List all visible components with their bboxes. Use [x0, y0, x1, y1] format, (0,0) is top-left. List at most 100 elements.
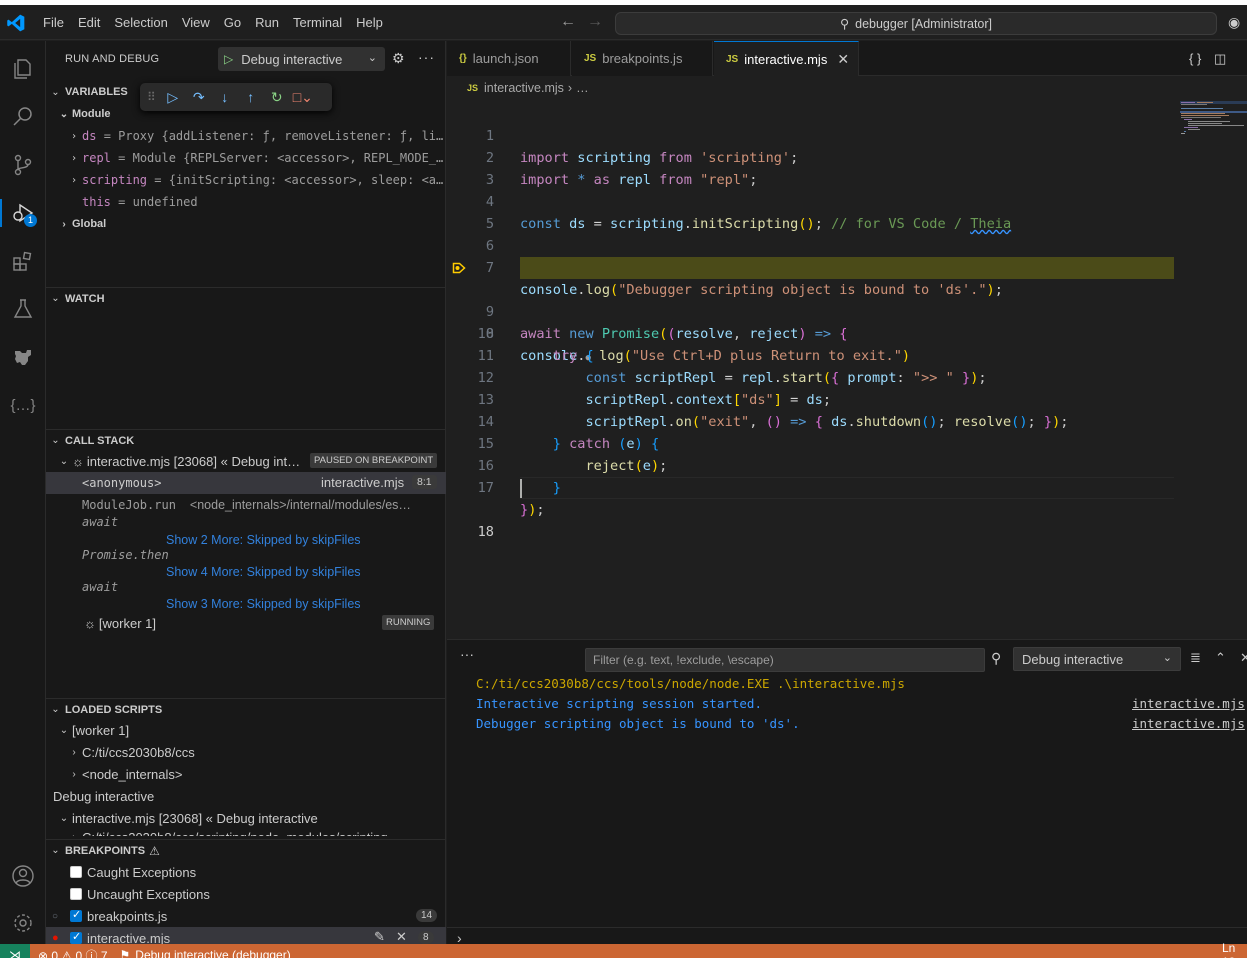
tab-label: launch.json — [472, 51, 539, 66]
worker-label: [worker 1] — [98, 615, 156, 631]
forward-arrow-icon[interactable]: → — [587, 13, 603, 31]
chevron-down-icon: ⌄ — [51, 293, 60, 304]
variable-name: ds — [82, 129, 97, 143]
json-icon[interactable]: {…} — [0, 385, 46, 425]
variable-row[interactable]: › scripting = {initScripting: <accessor>… — [46, 169, 446, 191]
tab-interactive-mjs[interactable]: JS interactive.mjs ✕ — [714, 41, 859, 76]
cursor-position[interactable]: Ln 18 — [1222, 941, 1247, 958]
close-tab-icon[interactable]: ✕ — [837, 51, 849, 68]
debug-status[interactable]: Debug interactive (debugger) — [135, 948, 290, 958]
loaded-folder-ccs[interactable]: › C:/ti/ccs2030b8/ccs — [46, 741, 446, 763]
js-file-icon: JS — [467, 83, 479, 93]
tab-launch-json[interactable]: {} launch.json — [447, 41, 571, 76]
continue-icon[interactable]: ▷ — [164, 88, 182, 106]
copilot-icon[interactable]: ◉ — [1228, 14, 1240, 31]
breakpoints-section-header[interactable]: ⌄ BREAKPOINTS ⚠ — [46, 839, 446, 861]
maximize-panel-icon[interactable]: ⌃ — [1215, 650, 1226, 666]
restart-icon[interactable]: ↻ — [268, 88, 286, 106]
step-over-icon[interactable]: ↷ — [190, 88, 208, 106]
gear-icon[interactable]: ⚙ — [392, 50, 405, 67]
problems-status[interactable]: ⊗ 0 ⚠ 0 ⓘ 7 — [38, 947, 108, 958]
remote-indicator-icon[interactable]: ⋊ — [0, 944, 30, 958]
console-filter-input[interactable]: Filter (e.g. text, !exclude, \escape) — [585, 648, 985, 672]
stack-frame-anonymous[interactable]: <anonymous> interactive.mjs 8:1 — [46, 472, 446, 494]
watch-section-header[interactable]: ⌄ WATCH — [46, 287, 446, 309]
loaded-folder-node-internals[interactable]: › <node_internals> — [46, 763, 446, 785]
watch-title: WATCH — [65, 292, 105, 305]
breakpoint-line: 14 — [416, 909, 438, 922]
breadcrumb-file[interactable]: interactive.mjs — [484, 81, 564, 95]
variable-row[interactable]: this = undefined — [46, 191, 446, 213]
breakpoint-arrow-icon[interactable] — [452, 261, 466, 275]
loaded-session[interactable]: Debug interactive — [46, 785, 446, 807]
close-icon[interactable]: ✕ — [396, 929, 407, 945]
menu-selection[interactable]: Selection — [107, 15, 174, 30]
menu-terminal[interactable]: Terminal — [286, 15, 349, 30]
frame-name: ModuleJob.run — [82, 498, 176, 512]
search-icon[interactable] — [0, 97, 46, 137]
scope-global[interactable]: › Global — [46, 213, 446, 235]
more-actions-icon[interactable]: ··· — [418, 49, 435, 65]
step-out-icon[interactable]: ↑ — [242, 88, 260, 106]
explorer-icon[interactable] — [0, 49, 46, 89]
back-arrow-icon[interactable]: ← — [560, 13, 576, 31]
edit-pencil-icon[interactable]: ✎ — [374, 929, 385, 945]
more-actions-icon[interactable]: ··· — [460, 646, 474, 662]
stop-icon[interactable]: □⌄ — [293, 88, 313, 106]
split-editor-icon[interactable]: ◫ — [1214, 51, 1226, 67]
console-source-link[interactable]: interactive.mjs — [1132, 714, 1245, 734]
menu-view[interactable]: View — [175, 15, 217, 30]
menu-help[interactable]: Help — [349, 15, 390, 30]
menu-file[interactable]: File — [36, 15, 71, 30]
debug-config-select[interactable]: ▷ Debug interactive ⌄ — [218, 47, 385, 71]
console-source-link[interactable]: interactive.mjs — [1132, 694, 1245, 714]
uncaught-exceptions-row[interactable]: Uncaught Exceptions — [46, 883, 446, 905]
code-line: 13 scriptRepl.on("exit", () => { ds.shut… — [447, 367, 1174, 430]
json-braces-icon[interactable]: { } — [1189, 51, 1201, 66]
breakpoint-checkbox[interactable] — [70, 908, 82, 922]
clear-console-icon[interactable]: ≣ — [1190, 650, 1201, 666]
source-control-icon[interactable] — [0, 145, 46, 185]
drag-grip-icon[interactable]: ⠿ — [147, 90, 156, 104]
command-center[interactable]: ⚲ debugger [Administrator] — [615, 12, 1217, 35]
debug-session-row[interactable]: ⌄ ☼ interactive.mjs [23068] « Debug int…… — [46, 450, 446, 472]
code-line: 9 await new Promise((resolve, reject) =>… — [447, 279, 1174, 342]
breadcrumb-symbol[interactable]: … — [576, 81, 589, 95]
loaded-worker-label: [worker 1] — [72, 722, 130, 738]
breakpoint-checkbox[interactable] — [70, 930, 82, 944]
manage-gear-icon[interactable] — [0, 903, 46, 943]
breakpoint-row[interactable]: ○ breakpoints.js 14 — [46, 905, 446, 927]
loaded-worker[interactable]: ⌄ [worker 1] — [46, 719, 446, 741]
close-panel-icon[interactable]: ✕ — [1240, 650, 1247, 666]
caught-exceptions-row[interactable]: Caught Exceptions — [46, 861, 446, 883]
uncaught-exceptions-checkbox[interactable] — [70, 888, 82, 900]
chevron-down-icon: ⌄ — [59, 108, 69, 120]
tab-breakpoints-js[interactable]: JS breakpoints.js — [572, 41, 713, 76]
menu-run[interactable]: Run — [248, 15, 286, 30]
extensions-icon[interactable] — [0, 241, 46, 281]
variable-value: = {initScripting: <accessor>, sleep: <a… — [154, 173, 444, 187]
code-text: }); — [520, 502, 545, 518]
step-into-icon[interactable]: ↓ — [216, 88, 234, 106]
menu-go[interactable]: Go — [217, 15, 248, 30]
variable-row[interactable]: › ds = Proxy {addListener: ƒ, removeList… — [46, 125, 446, 147]
account-icon[interactable] — [0, 856, 46, 896]
minimap[interactable] — [1180, 101, 1247, 181]
repl-input[interactable] — [475, 929, 1235, 945]
start-debug-icon[interactable]: ▷ — [224, 52, 233, 66]
menu-edit[interactable]: Edit — [71, 15, 107, 30]
search-icon[interactable]: ⚲ — [991, 650, 1001, 667]
callstack-section-header[interactable]: ⌄ CALL STACK — [46, 429, 446, 451]
variable-row[interactable]: › repl = Module {REPLServer: <accessor>,… — [46, 147, 446, 169]
loaded-process[interactable]: ⌄ interactive.mjs [23068] « Debug intera… — [46, 807, 446, 829]
loaded-scripts-section-header[interactable]: ⌄ LOADED SCRIPTS — [46, 698, 446, 720]
variable-name: scripting — [82, 173, 148, 187]
await-label: await — [82, 580, 119, 594]
run-debug-icon[interactable]: 1 — [0, 193, 46, 233]
testing-icon[interactable] — [0, 289, 46, 329]
worker-session-row[interactable]: ☼ [worker 1] RUNNING — [46, 612, 446, 634]
caught-exceptions-checkbox[interactable] — [70, 866, 82, 878]
ti-icon[interactable] — [0, 337, 46, 377]
console-session-select[interactable]: Debug interactive ⌄ — [1013, 647, 1181, 671]
menu-bar: File Edit Selection View Go Run Terminal… — [36, 5, 390, 40]
